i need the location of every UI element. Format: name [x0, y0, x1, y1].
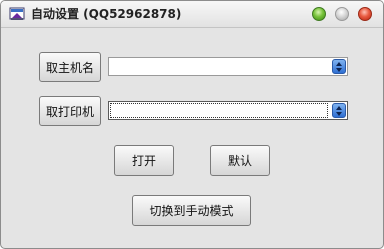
printer-select[interactable]	[108, 101, 348, 120]
window-title: 自动设置 (QQ52962878)	[31, 7, 182, 21]
get-hostname-button[interactable]: 取主机名	[39, 52, 101, 82]
up-down-arrows-icon[interactable]	[332, 103, 346, 118]
zoom-button[interactable]	[335, 7, 349, 21]
minimize-button[interactable]	[312, 7, 326, 21]
default-button[interactable]: 默认	[210, 145, 270, 176]
get-printer-button[interactable]: 取打印机	[39, 96, 101, 126]
hostname-select[interactable]	[108, 57, 348, 76]
close-button[interactable]	[358, 7, 372, 21]
switch-to-manual-mode-button[interactable]: 切换到手动模式	[132, 195, 251, 226]
open-button[interactable]: 打开	[114, 145, 174, 176]
focus-ring	[110, 103, 328, 118]
title-bar[interactable]: 自动设置 (QQ52962878)	[1, 1, 383, 28]
app-icon	[9, 7, 25, 20]
up-down-arrows-icon[interactable]	[332, 59, 346, 74]
settings-window: 自动设置 (QQ52962878) 取主机名 取打印机 打开 默认 切换到手动模…	[0, 0, 384, 249]
